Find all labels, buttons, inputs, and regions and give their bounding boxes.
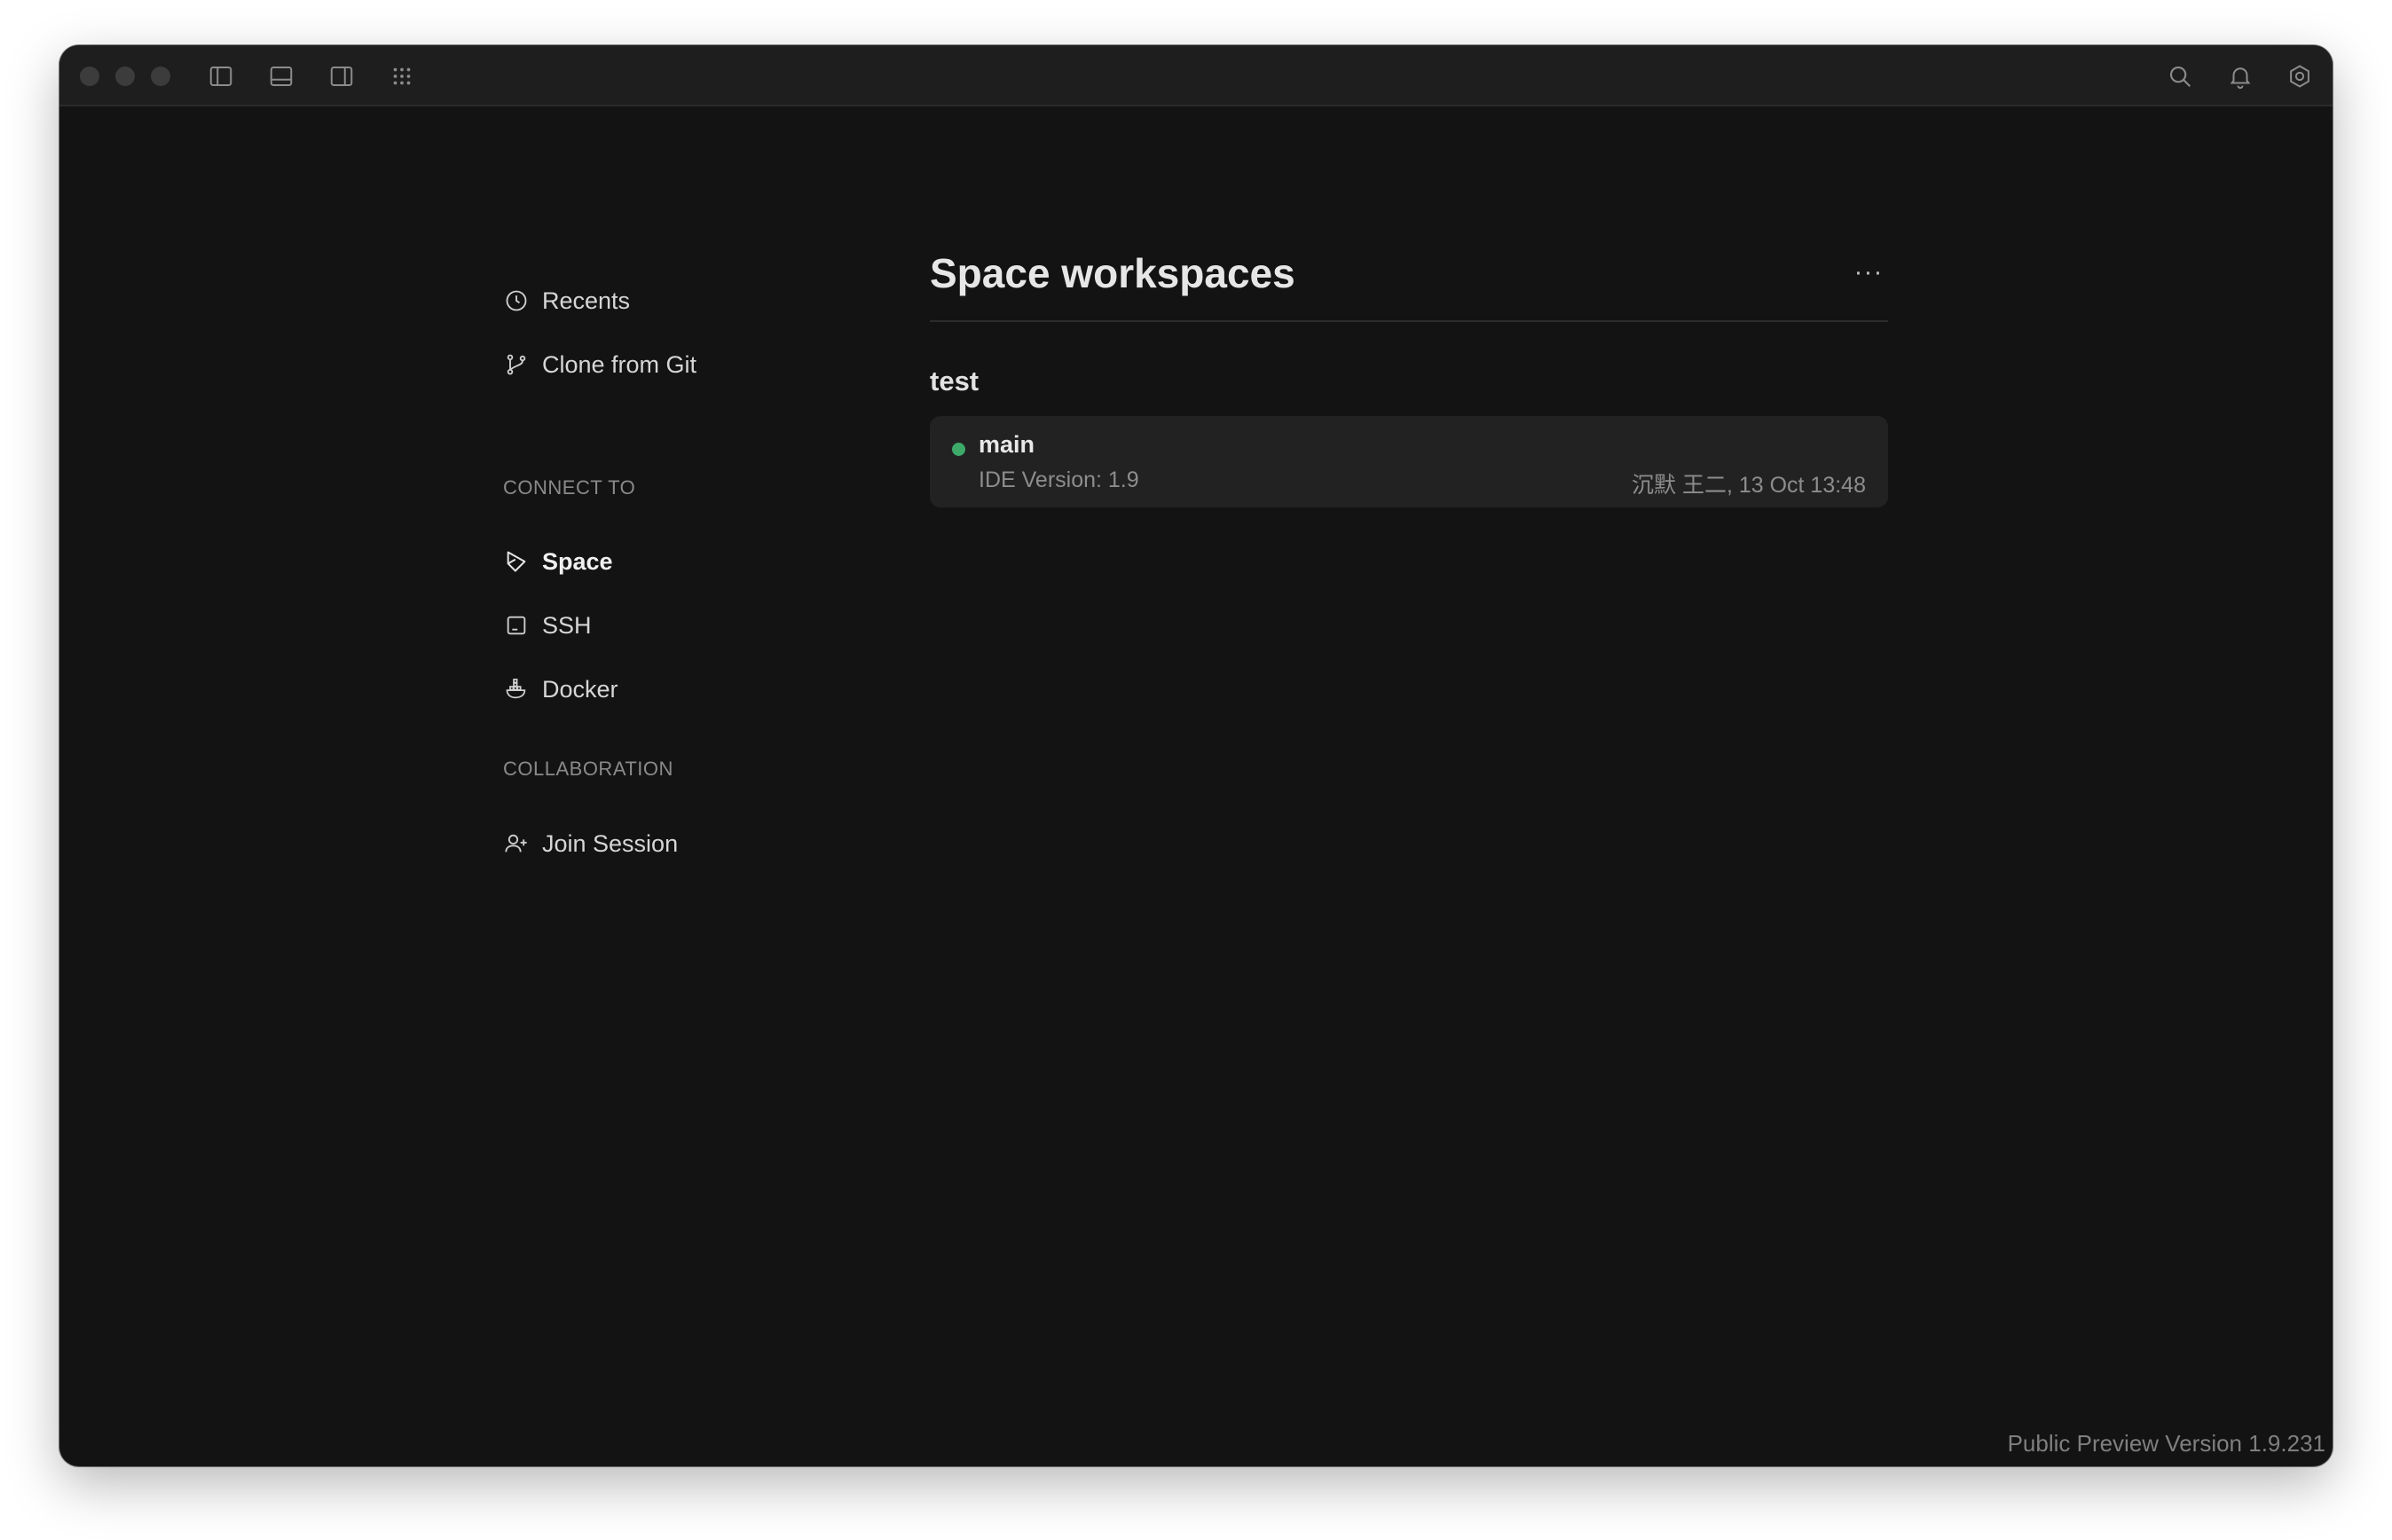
sidebar-item-label: Clone from Git xyxy=(542,350,697,378)
clock-icon xyxy=(503,287,530,314)
close-window-button[interactable] xyxy=(80,67,99,86)
sidebar-item-label: Docker xyxy=(542,675,618,703)
sidebar-item-space[interactable]: Space xyxy=(503,542,613,581)
bell-icon[interactable] xyxy=(2225,61,2255,91)
version-label: Public Preview Version 1.9.231 xyxy=(2007,1430,2325,1457)
page-title: Space workspaces xyxy=(930,250,1295,296)
minimize-window-button[interactable] xyxy=(115,67,135,86)
workspace-owner-timestamp: 沉默 王二, 13 Oct 13:48 xyxy=(1632,473,1866,498)
sidebar-item-clone-from-git[interactable]: Clone from Git xyxy=(503,345,696,384)
apps-grid-icon[interactable] xyxy=(387,61,417,91)
sidebar-item-label: Space xyxy=(542,547,613,575)
git-branch-icon xyxy=(503,351,530,378)
sidebar-item-label: SSH xyxy=(542,611,592,639)
title-divider xyxy=(930,320,1888,322)
status-indicator xyxy=(952,443,965,456)
search-icon[interactable] xyxy=(2165,61,2195,91)
workspace-ide-version: IDE Version: 1.9 xyxy=(979,468,1139,492)
more-options-button[interactable]: ··· xyxy=(1849,253,1888,292)
section-label-collaboration: COLLABORATION xyxy=(503,758,673,780)
sidebar-item-recents[interactable]: Recents xyxy=(503,281,630,320)
sidebar-item-ssh[interactable]: SSH xyxy=(503,606,592,645)
add-user-icon xyxy=(503,830,530,857)
docker-icon xyxy=(503,676,530,703)
workspace-card[interactable]: main IDE Version: 1.9 沉默 王二, 13 Oct 13:4… xyxy=(930,416,1888,507)
toggle-left-panel-icon[interactable] xyxy=(206,61,236,91)
toggle-right-panel-icon[interactable] xyxy=(327,61,357,91)
space-icon xyxy=(503,548,530,575)
toggle-bottom-panel-icon[interactable] xyxy=(266,61,296,91)
sidebar-item-label: Recents xyxy=(542,287,631,314)
sidebar-item-label: Join Session xyxy=(542,829,679,857)
workspace-group-title: test xyxy=(930,365,980,397)
sidebar-item-join-session[interactable]: Join Session xyxy=(503,824,678,863)
gear-icon[interactable] xyxy=(2285,61,2315,91)
app-window: Recents Clone from Git CONNECT TO Space … xyxy=(59,45,2333,1466)
maximize-window-button[interactable] xyxy=(151,67,170,86)
section-label-connect-to: CONNECT TO xyxy=(503,476,636,499)
title-bar xyxy=(59,45,2333,106)
sidebar-item-docker[interactable]: Docker xyxy=(503,670,618,709)
terminal-icon xyxy=(503,612,530,639)
workspace-name: main xyxy=(979,431,1035,458)
